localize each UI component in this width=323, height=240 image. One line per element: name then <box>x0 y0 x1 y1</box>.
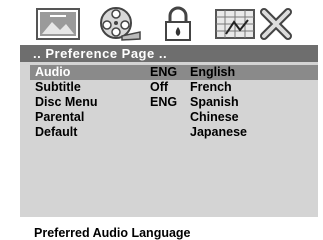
menu-item-value: ENG <box>150 95 178 109</box>
status-hint: Preferred Audio Language <box>34 226 191 240</box>
menu-item-label: Audio <box>35 65 71 79</box>
menu-item-label: Subtitle <box>35 80 81 94</box>
option-label: Chinese <box>190 110 239 124</box>
option-label: Spanish <box>190 95 239 109</box>
monitor-icon[interactable] <box>36 6 80 42</box>
option-french[interactable]: French <box>190 80 318 95</box>
panel-header: .. Preference Page .. <box>20 45 318 62</box>
option-label: Japanese <box>190 125 247 139</box>
grid-picture-icon[interactable] <box>214 6 258 42</box>
option-label: French <box>190 80 232 94</box>
film-reel-icon[interactable] <box>98 6 142 42</box>
menu-item-label: Default <box>35 125 78 139</box>
icon-toolbar <box>0 0 323 48</box>
option-english[interactable]: English <box>190 65 318 80</box>
menu-item-value: Off <box>150 80 169 94</box>
option-spanish[interactable]: Spanish <box>190 95 318 110</box>
menu-item-label: Disc Menu <box>35 95 98 109</box>
menu-item-value: ENG <box>150 65 178 79</box>
close-icon[interactable] <box>254 6 298 42</box>
panel-title: .. Preference Page .. <box>33 46 168 61</box>
option-label: English <box>190 65 236 79</box>
option-japanese[interactable]: Japanese <box>190 125 318 140</box>
menu-item-label: Parental <box>35 110 85 124</box>
preference-panel: .. Preference Page .. Audio ENG Subtitle… <box>20 45 318 217</box>
padlock-icon[interactable] <box>156 6 200 42</box>
screen: .. Preference Page .. Audio ENG Subtitle… <box>0 0 323 240</box>
option-chinese[interactable]: Chinese <box>190 110 318 125</box>
